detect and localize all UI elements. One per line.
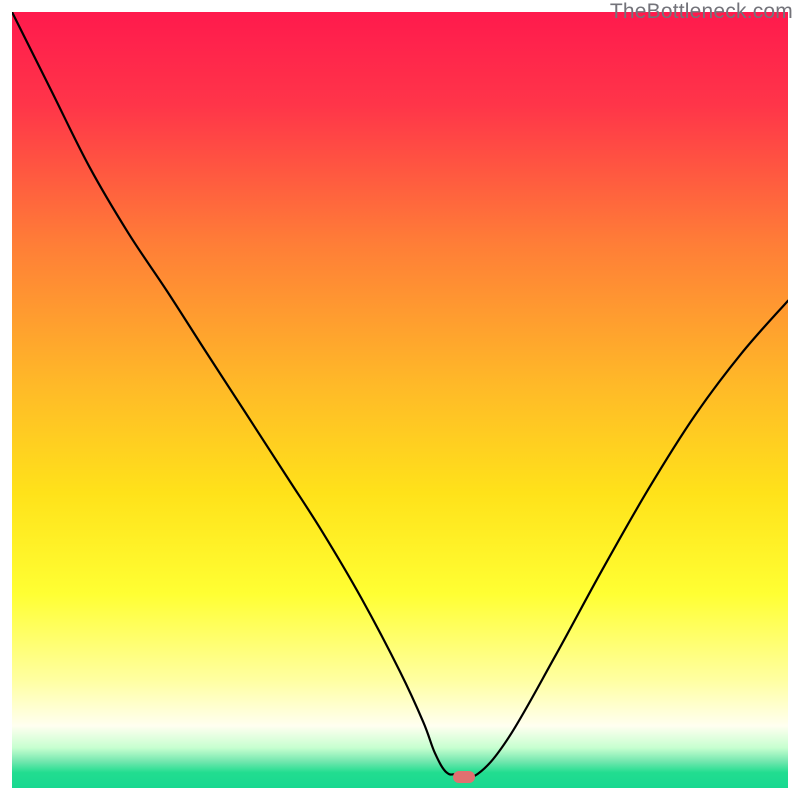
plot-area [12, 12, 788, 788]
chart-container: TheBottleneck.com [0, 0, 800, 800]
optimum-marker [453, 771, 475, 783]
watermark-text: TheBottleneck.com [610, 0, 793, 24]
bottleneck-curve-layer [12, 12, 788, 788]
